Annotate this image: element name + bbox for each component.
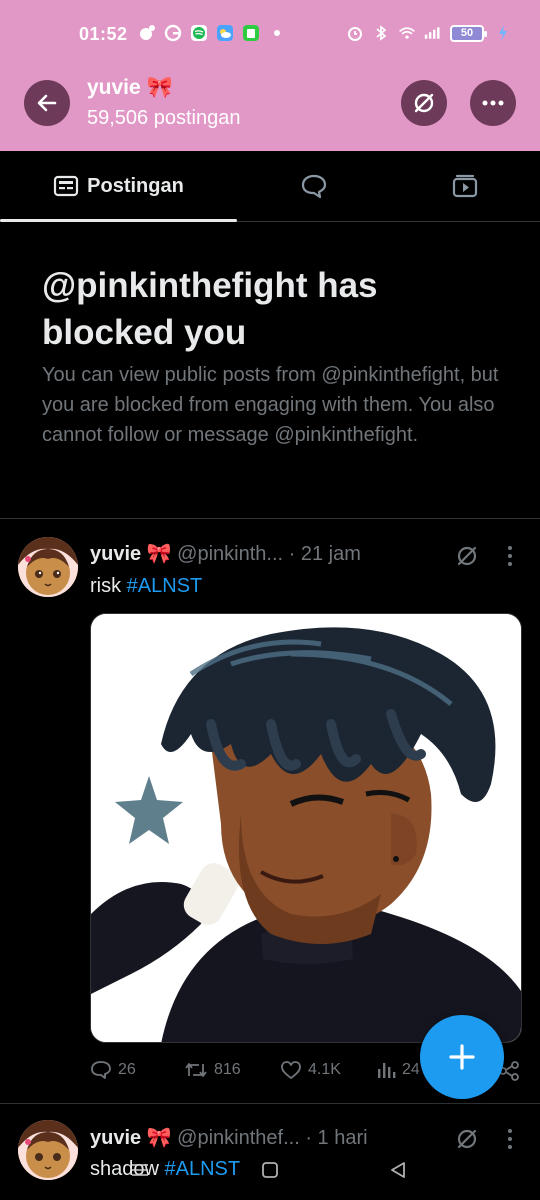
alarm-icon (346, 24, 364, 42)
system-navigation-bar (0, 1150, 540, 1200)
more-options-button[interactable] (470, 80, 516, 126)
home-button[interactable] (258, 1158, 282, 1182)
repost-off-icon (457, 546, 477, 566)
post-author-name[interactable]: yuvie 🎀 (90, 543, 172, 565)
avatar[interactable] (18, 537, 78, 597)
blocked-title: @pinkinthefight has blocked you (42, 266, 378, 352)
plus-icon (449, 1044, 475, 1070)
repost-off-icon (414, 93, 434, 113)
battery-indicator: 50 (450, 24, 487, 42)
views-bar-chart-icon (378, 1063, 396, 1078)
tab-posts[interactable]: Postingan (0, 151, 237, 222)
more-vertical-icon (508, 546, 512, 566)
post-author-name[interactable]: yuvie 🎀 (90, 1127, 172, 1149)
google-icon (164, 24, 182, 42)
reply-icon (91, 1061, 111, 1079)
notification-icons (138, 24, 286, 42)
signal-icon (424, 24, 442, 42)
wifi-icon (398, 24, 416, 42)
reply-count: 26 (118, 1061, 136, 1078)
weather-icon (216, 24, 234, 42)
post-repost-off-button[interactable] (452, 541, 482, 571)
chat-bubble-icon (301, 174, 326, 199)
post-header: yuvie 🎀 @pinkinth... · 21 jam (90, 541, 361, 566)
square-home-icon (262, 1162, 278, 1178)
like-count: 4.1K (308, 1061, 341, 1078)
section-divider (0, 518, 540, 519)
chat-app-icon (242, 24, 260, 42)
profile-name: yuvie 🎀 (87, 76, 173, 99)
post-divider (0, 1103, 540, 1104)
triangle-back-icon (391, 1162, 405, 1178)
illustration-image (91, 614, 521, 1042)
status-bar: 01:52 50 (0, 0, 540, 70)
post-count: 59,506 postingan (87, 107, 241, 129)
more-vertical-icon (508, 1129, 512, 1149)
post-text-body: risk (90, 575, 122, 597)
back-button[interactable] (24, 80, 70, 126)
dot-icon (268, 24, 286, 42)
post-text: risk #ALNST (90, 575, 202, 598)
article-icon (54, 175, 79, 197)
charging-icon (494, 24, 512, 42)
more-horizontal-icon (482, 100, 504, 106)
repost-count: 816 (214, 1061, 241, 1078)
active-tab-indicator (0, 219, 237, 222)
arrow-left-icon (37, 94, 57, 112)
app-notification-icon (138, 24, 156, 42)
spotify-icon (190, 24, 208, 42)
views-button[interactable]: 24 (376, 1060, 420, 1080)
post-media-image[interactable] (90, 613, 522, 1043)
repost-off-button[interactable] (401, 80, 447, 126)
repost-off-icon (457, 1129, 477, 1149)
system-back-button[interactable] (386, 1158, 410, 1182)
views-count: 24 (402, 1061, 420, 1078)
post-author-handle[interactable]: @pinkinthef... (177, 1127, 300, 1149)
post-author-handle[interactable]: @pinkinth... (177, 543, 283, 565)
post-more-button[interactable] (500, 541, 520, 571)
media-play-icon (452, 174, 478, 198)
tab-media[interactable] (390, 151, 540, 221)
header-bar: 01:52 50 yuvie 🎀 59,506 postingan (0, 0, 540, 151)
post-time: · 1 hari (305, 1127, 368, 1149)
reply-button[interactable]: 26 (90, 1060, 136, 1080)
profile-tabs: Postingan (0, 151, 540, 222)
status-time: 01:52 (79, 24, 128, 44)
bluetooth-icon (372, 24, 390, 42)
post-time: · 21 jam (288, 543, 361, 565)
repost-icon (185, 1063, 207, 1077)
tab-replies[interactable] (237, 151, 390, 221)
system-icons: 50 (346, 24, 512, 42)
tab-posts-label: Postingan (87, 174, 184, 197)
blocked-description: You can view public posts from @pinkinth… (42, 364, 499, 446)
recents-button[interactable] (128, 1158, 152, 1182)
hashtag-link[interactable]: #ALNST (127, 575, 203, 597)
menu-lines-icon (132, 1164, 148, 1176)
heart-icon (281, 1061, 301, 1079)
avatar-image (18, 537, 78, 597)
compose-button[interactable] (420, 1015, 504, 1099)
repost-button[interactable]: 816 (184, 1060, 241, 1080)
like-button[interactable]: 4.1K (280, 1060, 341, 1080)
post-header: yuvie 🎀 @pinkinthef... · 1 hari (90, 1125, 368, 1150)
